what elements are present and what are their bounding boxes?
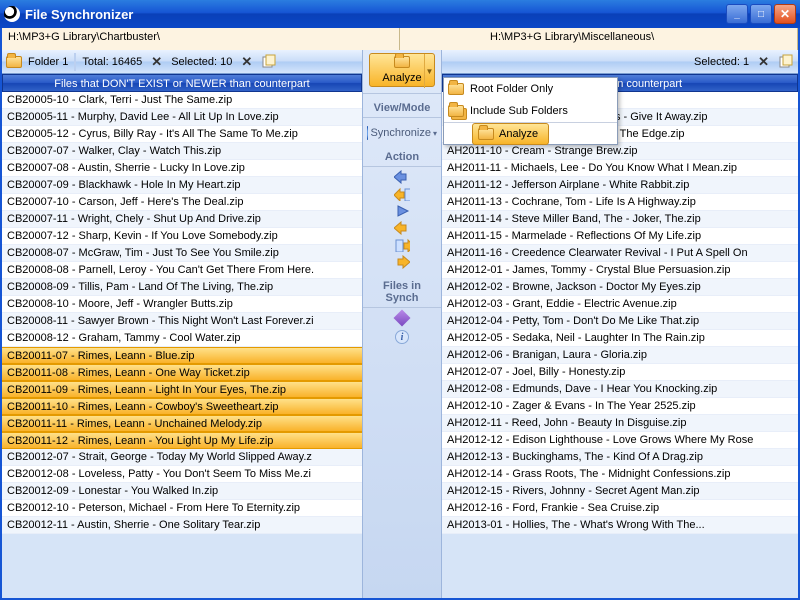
- analyze-button[interactable]: Analyze ▼: [369, 53, 435, 87]
- list-item[interactable]: CB20007-12 - Sharp, Kevin - If You Love …: [2, 228, 362, 245]
- action-play-right[interactable]: [363, 204, 441, 218]
- list-item[interactable]: AH2012-11 - Reed, John - Beauty In Disgu…: [442, 415, 798, 432]
- view-mode-section: View/Mode: [363, 94, 441, 118]
- list-item[interactable]: AH2012-08 - Edmunds, Dave - I Hear You K…: [442, 381, 798, 398]
- close-button[interactable]: ✕: [774, 4, 796, 24]
- clear-selected-left-icon[interactable]: ✕: [238, 54, 255, 70]
- list-item[interactable]: CB20011-10 - Rimes, Leann - Cowboy's Swe…: [2, 398, 362, 415]
- list-item[interactable]: AH2011-11 - Michaels, Lee - Do You Know …: [442, 160, 798, 177]
- info-icon[interactable]: i: [395, 330, 409, 344]
- window-title: File Synchronizer: [25, 7, 726, 22]
- left-toolbar: Folder 1 Total: 16465 ✕ Selected: 10 ✕: [2, 50, 362, 74]
- list-item[interactable]: AH2011-10 - Cream - Strange Brew.zip: [442, 143, 798, 160]
- folder-tree-icon: [448, 105, 464, 117]
- list-item[interactable]: CB20008-08 - Parnell, Leroy - You Can't …: [2, 262, 362, 279]
- list-item[interactable]: AH2011-14 - Steve Miller Band, The - Jok…: [442, 211, 798, 228]
- list-item[interactable]: AH2012-04 - Petty, Tom - Don't Do Me Lik…: [442, 313, 798, 330]
- list-item[interactable]: CB20008-07 - McGraw, Tim - Just To See Y…: [2, 245, 362, 262]
- list-item[interactable]: AH2012-01 - James, Tommy - Crystal Blue …: [442, 262, 798, 279]
- folder-icon[interactable]: [6, 56, 22, 68]
- list-item[interactable]: CB20005-11 - Murphy, David Lee - All Lit…: [2, 109, 362, 126]
- analyze-dropdown-arrow[interactable]: ▼: [424, 54, 434, 88]
- list-item[interactable]: AH2013-01 - Hollies, The - What's Wrong …: [442, 517, 798, 534]
- sync-icon: [367, 126, 368, 140]
- list-item[interactable]: AH2012-07 - Joel, Billy - Honesty.zip: [442, 364, 798, 381]
- list-item[interactable]: AH2011-12 - Jefferson Airplane - White R…: [442, 177, 798, 194]
- right-file-list[interactable]: rs - Under The Bridge.zipAH2011-08 - Red…: [442, 92, 798, 598]
- left-path[interactable]: H:\MP3+G Library\Chartbuster\: [2, 28, 400, 50]
- list-item[interactable]: CB20007-11 - Wright, Chely - Shut Up And…: [2, 211, 362, 228]
- menu-include-sub-folders[interactable]: Include Sub Folders: [444, 100, 617, 122]
- synchronize-mode[interactable]: Synchronize ▾: [363, 121, 441, 143]
- list-item[interactable]: CB20011-08 - Rimes, Leann - One Way Tick…: [2, 364, 362, 381]
- action-move-left[interactable]: [363, 187, 441, 201]
- list-item[interactable]: AH2012-06 - Branigan, Laura - Gloria.zip: [442, 347, 798, 364]
- action-forward-orange[interactable]: [363, 255, 441, 269]
- diamond-icon[interactable]: [363, 312, 441, 324]
- left-column-header[interactable]: Files that DON'T EXIST or NEWER than cou…: [2, 74, 362, 92]
- tool-icon-2[interactable]: [778, 54, 794, 70]
- list-item[interactable]: AH2012-13 - Buckinghams, The - Kind Of A…: [442, 449, 798, 466]
- list-item[interactable]: CB20007-09 - Blackhawk - Hole In My Hear…: [2, 177, 362, 194]
- list-item[interactable]: CB20005-10 - Clark, Terri - Just The Sam…: [2, 92, 362, 109]
- analyze-dropdown-menu: Root Folder Only Include Sub Folders Ana…: [443, 77, 618, 145]
- list-item[interactable]: CB20011-11 - Rimes, Leann - Unchained Me…: [2, 415, 362, 432]
- selected-count-right: Selected: 1: [694, 56, 749, 68]
- center-panel: Analyze ▼ View/Mode Synchronize ▾ Action…: [362, 50, 442, 598]
- total-count: Total: 16465: [82, 56, 142, 68]
- selected-count-left: Selected: 10: [171, 56, 232, 68]
- pathbar: H:\MP3+G Library\Chartbuster\ H:\MP3+G L…: [2, 28, 798, 50]
- left-file-list[interactable]: CB20005-10 - Clark, Terri - Just The Sam…: [2, 92, 362, 598]
- list-item[interactable]: CB20011-12 - Rimes, Leann - You Light Up…: [2, 432, 362, 449]
- list-item[interactable]: AH2012-12 - Edison Lighthouse - Love Gro…: [442, 432, 798, 449]
- folder-icon: [448, 83, 464, 95]
- list-item[interactable]: CB20005-12 - Cyrus, Billy Ray - It's All…: [2, 126, 362, 143]
- list-item[interactable]: CB20011-09 - Rimes, Leann - Light In You…: [2, 381, 362, 398]
- action-copy-right-orange[interactable]: [363, 221, 441, 235]
- list-item[interactable]: CB20012-10 - Peterson, Michael - From He…: [2, 500, 362, 517]
- tool-icon-1[interactable]: [261, 54, 277, 70]
- titlebar[interactable]: File Synchronizer _ □ ✕: [0, 0, 800, 28]
- clear-total-icon[interactable]: ✕: [148, 54, 165, 70]
- list-item[interactable]: CB20008-12 - Graham, Tammy - Cool Water.…: [2, 330, 362, 347]
- list-item[interactable]: CB20008-11 - Sawyer Brown - This Night W…: [2, 313, 362, 330]
- list-item[interactable]: CB20011-07 - Rimes, Leann - Blue.zip: [2, 347, 362, 364]
- list-item[interactable]: CB20008-10 - Moore, Jeff - Wrangler Butt…: [2, 296, 362, 313]
- maximize-button[interactable]: □: [750, 4, 772, 24]
- list-item[interactable]: AH2011-13 - Cochrane, Tom - Life Is A Hi…: [442, 194, 798, 211]
- app-icon: [4, 6, 20, 22]
- action-section: Action: [363, 143, 441, 167]
- menu-analyze-button[interactable]: Analyze: [472, 123, 549, 145]
- list-item[interactable]: AH2012-15 - Rivers, Johnny - Secret Agen…: [442, 483, 798, 500]
- action-copy-left[interactable]: [363, 170, 441, 184]
- list-item[interactable]: CB20012-11 - Austin, Sherrie - One Solit…: [2, 517, 362, 534]
- action-move-right[interactable]: [363, 238, 441, 252]
- list-item[interactable]: CB20008-09 - Tillis, Pam - Land Of The L…: [2, 279, 362, 296]
- minimize-button[interactable]: _: [726, 4, 748, 24]
- list-item[interactable]: AH2012-02 - Browne, Jackson - Doctor My …: [442, 279, 798, 296]
- list-item[interactable]: CB20007-08 - Austin, Sherrie - Lucky In …: [2, 160, 362, 177]
- files-in-synch-section: Files in Synch: [363, 272, 441, 308]
- list-item[interactable]: CB20007-07 - Walker, Clay - Watch This.z…: [2, 143, 362, 160]
- list-item[interactable]: CB20007-10 - Carson, Jeff - Here's The D…: [2, 194, 362, 211]
- list-item[interactable]: AH2012-14 - Grass Roots, The - Midnight …: [442, 466, 798, 483]
- list-item[interactable]: AH2012-10 - Zager & Evans - In The Year …: [442, 398, 798, 415]
- list-item[interactable]: AH2011-16 - Creedence Clearwater Revival…: [442, 245, 798, 262]
- list-item[interactable]: AH2012-05 - Sedaka, Neil - Laughter In T…: [442, 330, 798, 347]
- list-item[interactable]: CB20012-07 - Strait, George - Today My W…: [2, 449, 362, 466]
- menu-root-folder-only[interactable]: Root Folder Only: [444, 78, 617, 100]
- list-item[interactable]: AH2012-03 - Grant, Eddie - Electric Aven…: [442, 296, 798, 313]
- list-item[interactable]: CB20012-08 - Loveless, Patty - You Don't…: [2, 466, 362, 483]
- analyze-folder-icon: [394, 56, 410, 68]
- clear-selected-right-icon[interactable]: ✕: [755, 54, 772, 70]
- right-path[interactable]: H:\MP3+G Library\Miscellaneous\: [400, 28, 798, 50]
- list-item[interactable]: CB20012-09 - Lonestar - You Walked In.zi…: [2, 483, 362, 500]
- list-item[interactable]: AH2012-16 - Ford, Frankie - Sea Cruise.z…: [442, 500, 798, 517]
- list-item[interactable]: AH2011-15 - Marmelade - Reflections Of M…: [442, 228, 798, 245]
- folder-icon: [478, 128, 494, 140]
- folder-label: Folder 1: [28, 56, 68, 68]
